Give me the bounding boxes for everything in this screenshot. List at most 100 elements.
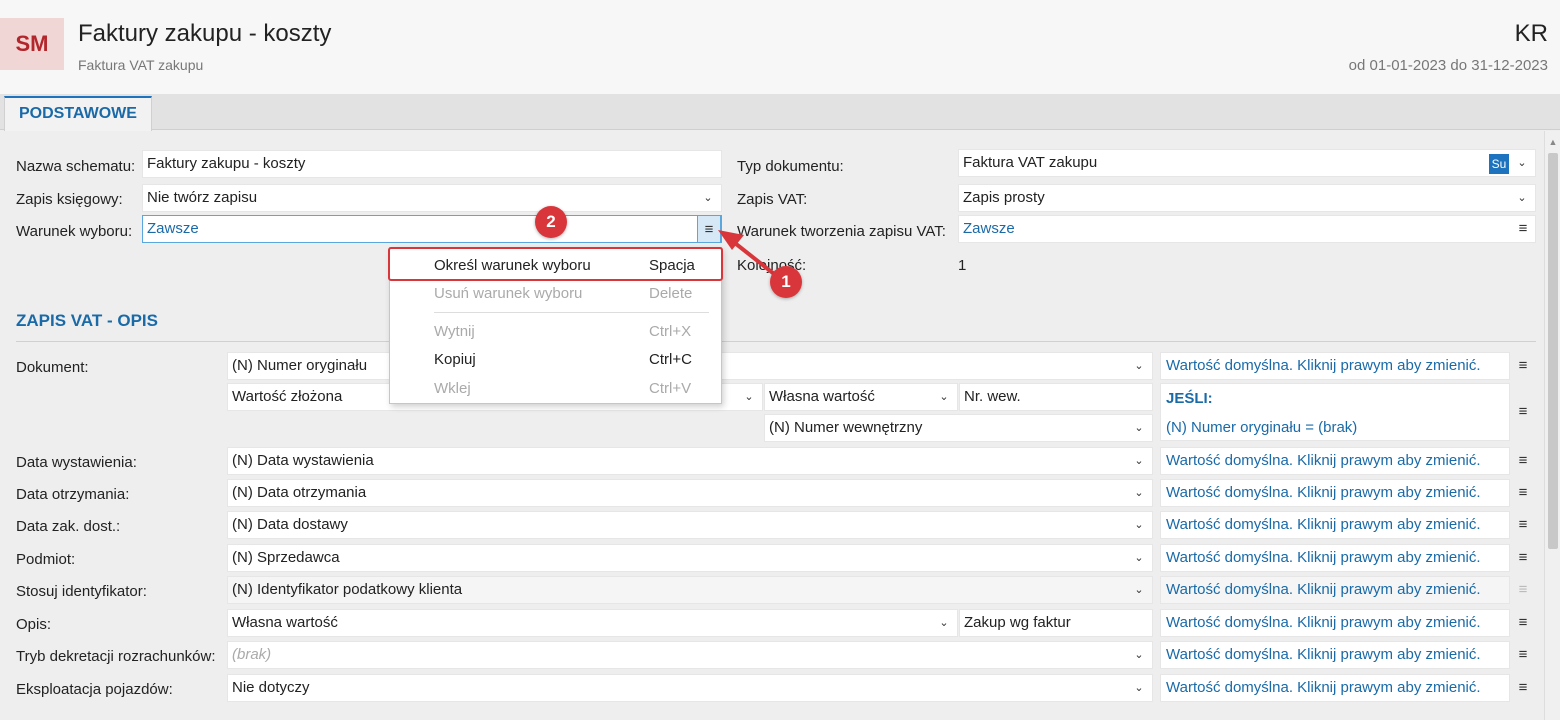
form-content: Nazwa schematu: Faktury zakupu - koszty … <box>0 131 1544 720</box>
chevron-down-icon: ⌄ <box>744 391 754 403</box>
eksploatacja-value: Nie dotyczy <box>232 679 310 696</box>
zapis-ksiegowy-label: Zapis księgowy: <box>16 191 123 208</box>
section-divider <box>16 341 1536 342</box>
podmiot-default-hint[interactable]: Wartość domyślna. Kliknij prawym aby zmi… <box>1160 544 1510 572</box>
page-title: Faktury zakupu - koszty <box>78 20 332 47</box>
stosuj-identyfikator-label: Stosuj identyfikator: <box>16 583 147 600</box>
data-wystawienia-default-hint[interactable]: Wartość domyślna. Kliknij prawym aby zmi… <box>1160 447 1510 475</box>
nazwa-schematu-label: Nazwa schematu: <box>16 158 136 175</box>
warunek-wyboru-input[interactable]: Zawsze <box>142 215 722 243</box>
typ-dokumentu-select[interactable]: Faktura VAT zakupu Su ⌄ <box>958 149 1536 177</box>
condition-title: JEŚLI: <box>1166 390 1213 407</box>
opis-label: Opis: <box>16 616 52 633</box>
eksploatacja-select[interactable]: Nie dotyczy ⌄ <box>227 674 1153 702</box>
app-header: SM Faktury zakupu - koszty Faktura VAT z… <box>0 0 1560 94</box>
dokument-condition-box[interactable]: JEŚLI: (N) Numer oryginału = (brak) <box>1160 383 1510 441</box>
menu-item-kopiuj[interactable]: Kopiuj Ctrl+C <box>390 346 723 374</box>
tryb-dekretacji-placeholder: (brak) <box>232 646 272 663</box>
chevron-down-icon: ⌄ <box>1134 487 1144 499</box>
data-otrzymania-menu-icon[interactable]: ≡ <box>1511 479 1535 507</box>
stosuj-identyfikator-default-hint[interactable]: Wartość domyślna. Kliknij prawym aby zmi… <box>1160 576 1510 604</box>
warunek-wyboru-value[interactable]: Zawsze <box>147 220 199 237</box>
stosuj-identyfikator-menu-icon: ≡ <box>1518 581 1528 598</box>
tryb-dekretacji-select[interactable]: (brak) ⌄ <box>227 641 1153 669</box>
menu-item-label: Kopiuj <box>434 351 476 368</box>
nazwa-schematu-value: Faktury zakupu - koszty <box>147 155 306 172</box>
chevron-down-icon: ⌄ <box>703 192 713 204</box>
data-wystawienia-value: (N) Data wystawienia <box>232 452 374 469</box>
tryb-dekretacji-default-hint[interactable]: Wartość domyślna. Kliknij prawym aby zmi… <box>1160 641 1510 669</box>
annotation-badge-2: 2 <box>535 206 567 238</box>
chevron-down-icon: ⌄ <box>1134 519 1144 531</box>
page-subtitle: Faktura VAT zakupu <box>78 57 204 73</box>
warunek-vat-value[interactable]: Zawsze <box>963 220 1015 237</box>
data-otrzymania-default-hint[interactable]: Wartość domyślna. Kliknij prawym aby zmi… <box>1160 479 1510 507</box>
nazwa-schematu-input[interactable]: Faktury zakupu - koszty <box>142 150 722 178</box>
chevron-down-icon: ⌄ <box>939 391 949 403</box>
menu-item-highlight-frame <box>388 247 723 281</box>
chevron-down-icon: ⌄ <box>1517 192 1527 204</box>
zapis-vat-select[interactable]: Zapis prosty ⌄ <box>958 184 1536 212</box>
dokument-text-input[interactable]: Nr. wew. <box>959 383 1153 411</box>
menu-item-wytnij[interactable]: Wytnij Ctrl+X <box>390 318 723 346</box>
data-wystawienia-select[interactable]: (N) Data wystawienia ⌄ <box>227 447 1153 475</box>
dokument-menu-icon[interactable]: ≡ <box>1511 352 1535 380</box>
warunek-vat-menu-icon[interactable]: ≡ <box>1511 215 1535 243</box>
dokument-field-value: (N) Numer wewnętrzny <box>769 419 923 436</box>
dokument-label: Dokument: <box>16 359 89 376</box>
eksploatacja-menu-icon[interactable]: ≡ <box>1511 674 1535 702</box>
data-zak-dost-select[interactable]: (N) Data dostawy ⌄ <box>227 511 1153 539</box>
menu-item-usun-warunek[interactable]: Usuń warunek wyboru Delete <box>390 280 723 308</box>
tab-podstawowe[interactable]: PODSTAWOWE <box>4 96 152 131</box>
podmiot-select[interactable]: (N) Sprzedawca ⌄ <box>227 544 1153 572</box>
typ-dokumentu-label: Typ dokumentu: <box>737 158 844 175</box>
typ-dokumentu-value: Faktura VAT zakupu <box>963 154 1098 171</box>
opis-default-hint[interactable]: Wartość domyślna. Kliknij prawym aby zmi… <box>1160 609 1510 637</box>
scroll-up-arrow-icon[interactable]: ▲ <box>1548 137 1558 147</box>
zapis-vat-value: Zapis prosty <box>963 189 1045 206</box>
data-zak-dost-default-hint[interactable]: Wartość domyślna. Kliknij prawym aby zmi… <box>1160 511 1510 539</box>
chevron-down-icon: ⌄ <box>1517 157 1527 169</box>
chevron-down-icon: ⌄ <box>1134 682 1144 694</box>
menu-item-label: Usuń warunek wyboru <box>434 285 583 302</box>
opis-select[interactable]: Własna wartość ⌄ <box>227 609 958 637</box>
dokument-field-select[interactable]: (N) Numer wewnętrzny ⌄ <box>764 414 1153 442</box>
tryb-dekretacji-menu-icon[interactable]: ≡ <box>1511 641 1535 669</box>
podmiot-label: Podmiot: <box>16 551 76 568</box>
warunek-wyboru-menu-icon[interactable]: ≡ <box>697 215 721 243</box>
dokument-own-select[interactable]: Własna wartość ⌄ <box>764 383 958 411</box>
user-code[interactable]: KR <box>1515 20 1548 48</box>
chevron-down-icon: ⌄ <box>1134 455 1144 467</box>
menu-item-shortcut: Delete <box>649 285 693 302</box>
stosuj-identyfikator-select[interactable]: (N) Identyfikator podatkowy klienta ⌄ <box>227 576 1153 604</box>
podmiot-menu-icon[interactable]: ≡ <box>1511 544 1535 572</box>
data-wystawienia-menu-icon[interactable]: ≡ <box>1511 447 1535 475</box>
opis-text-input[interactable]: Zakup wg faktur <box>959 609 1153 637</box>
period-range[interactable]: od 01-01-2023 do 31-12-2023 <box>1349 57 1548 74</box>
chevron-down-icon: ⌄ <box>939 617 949 629</box>
data-otrzymania-value: (N) Data otrzymania <box>232 484 367 501</box>
warunek-vat-input[interactable]: Zawsze <box>958 215 1536 243</box>
zapis-ksiegowy-select[interactable]: Nie twórz zapisu ⌄ <box>142 184 722 212</box>
menu-separator <box>434 312 709 313</box>
eksploatacja-label: Eksploatacja pojazdów: <box>16 681 173 698</box>
dokument-condition-menu-icon[interactable]: ≡ <box>1511 383 1535 441</box>
menu-item-shortcut: Ctrl+C <box>649 351 692 368</box>
vertical-scrollbar[interactable]: ▲ <box>1544 131 1560 720</box>
data-zak-dost-menu-icon[interactable]: ≡ <box>1511 511 1535 539</box>
eksploatacja-default-hint[interactable]: Wartość domyślna. Kliknij prawym aby zmi… <box>1160 674 1510 702</box>
menu-item-label: Wklej <box>434 380 471 397</box>
dokument-default-hint[interactable]: Wartość domyślna. Kliknij prawym aby zmi… <box>1160 352 1510 380</box>
condition-expression: (N) Numer oryginału = (brak) <box>1166 419 1358 436</box>
data-otrzymania-select[interactable]: (N) Data otrzymania ⌄ <box>227 479 1153 507</box>
app-logo: SM <box>0 18 64 70</box>
tryb-dekretacji-label: Tryb dekretacji rozrachunków: <box>16 648 216 665</box>
opis-value: Własna wartość <box>232 614 338 631</box>
section-title: ZAPIS VAT - OPIS <box>16 311 158 330</box>
data-wystawienia-label: Data wystawienia: <box>16 454 137 471</box>
scroll-thumb[interactable] <box>1548 153 1558 549</box>
menu-item-wklej[interactable]: Wklej Ctrl+V <box>390 375 723 403</box>
chevron-down-icon: ⌄ <box>1134 649 1144 661</box>
chevron-down-icon: ⌄ <box>1134 552 1144 564</box>
opis-menu-icon[interactable]: ≡ <box>1511 609 1535 637</box>
